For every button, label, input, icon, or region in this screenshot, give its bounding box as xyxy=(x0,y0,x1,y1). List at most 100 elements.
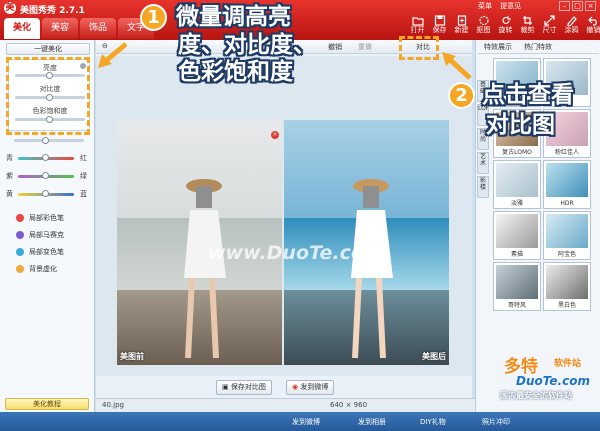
feedback-link[interactable]: 提意见 xyxy=(500,2,521,10)
compare-actions: ▣ 保存对比图 ◉ 发到微博 xyxy=(96,376,472,398)
after-figure xyxy=(351,179,393,359)
tab-decorations[interactable]: 饰品 xyxy=(80,18,116,39)
close-icon[interactable]: × xyxy=(585,1,596,11)
new-label: 新建 xyxy=(454,26,469,34)
app-title: 美图秀秀 2.7.1 xyxy=(20,6,85,16)
bottom-diy-gift-link[interactable]: DIY礼物 xyxy=(420,417,446,427)
effect-abao-color-image xyxy=(546,214,588,248)
save-label: 保存 xyxy=(432,26,447,34)
effect-gothic[interactable]: 哥特风 xyxy=(493,262,541,311)
new-button[interactable]: 新建 xyxy=(451,14,472,39)
resize-icon xyxy=(543,15,555,26)
blur-icon xyxy=(16,265,24,273)
menu-link[interactable]: 菜单 xyxy=(478,2,492,10)
resize-label: 尺寸 xyxy=(542,26,557,34)
watermark: www.DuoTe.com xyxy=(208,242,384,264)
save-compare-button[interactable]: ▣ 保存对比图 xyxy=(216,380,272,395)
effect-black-white[interactable]: 黑白色 xyxy=(543,262,591,311)
sharpen-slider[interactable] xyxy=(14,139,84,142)
tab-beautify[interactable]: 美化 xyxy=(4,18,40,39)
main-tabs: 美化 美容 饰品 文字 xyxy=(4,18,156,39)
bottom-album-link[interactable]: 发到相册 xyxy=(358,417,386,427)
app-logo-icon: 美 xyxy=(4,2,16,14)
effect-retro-lomo-label: 复古LOMO xyxy=(502,149,532,156)
editor-redo-button[interactable]: 重做 xyxy=(358,42,372,52)
cyan-red-knob[interactable] xyxy=(42,154,49,161)
compare-highlight-box xyxy=(399,36,439,60)
app-window: 美 美图秀秀 2.7.1 菜单 提意见 – □ × 美化 美容 饰品 文字 打开… xyxy=(0,0,600,431)
tab-beauty[interactable]: 美容 xyxy=(42,18,78,39)
green-label: 绿 xyxy=(80,172,87,180)
effect-abao-color-label: 阿宝色 xyxy=(557,251,576,258)
rotate-button[interactable]: 旋转 xyxy=(495,14,516,39)
save-icon xyxy=(434,15,445,26)
purple-label: 紫 xyxy=(6,172,13,180)
bottom-share-bar: 发到微博 发到相册 DIY礼物 照片冲印 xyxy=(0,412,600,431)
bottom-photo-print-link[interactable]: 照片冲印 xyxy=(482,417,510,427)
resize-button[interactable]: 尺寸 xyxy=(539,14,560,39)
doodle-label: 涂鸦 xyxy=(564,26,579,34)
effect-sketch[interactable]: 素描 xyxy=(493,211,541,260)
cutout-icon xyxy=(478,15,489,26)
sharpen-knob[interactable] xyxy=(41,137,49,144)
vtab-studio[interactable]: 影楼 xyxy=(477,176,489,198)
rotate-label: 旋转 xyxy=(498,26,513,34)
top-links: 菜单 提意见 xyxy=(478,1,527,11)
tab-hot-effects[interactable]: 热门特效 xyxy=(524,42,552,52)
vtab-art[interactable]: 艺术 xyxy=(477,152,489,174)
local-color-pen-label: 局部彩色笔 xyxy=(29,214,64,222)
doodle-icon xyxy=(566,16,577,26)
undo-icon xyxy=(587,16,597,26)
color-pen-icon xyxy=(16,214,24,222)
effect-elegant[interactable]: 淡雅 xyxy=(493,160,541,209)
open-label: 打开 xyxy=(410,26,425,34)
effect-gothic-label: 哥特风 xyxy=(507,302,526,309)
effect-elegant-label: 淡雅 xyxy=(510,200,523,207)
effect-hdr[interactable]: HDR xyxy=(543,160,591,209)
step-2-line-2: 对比图 xyxy=(486,112,555,138)
arrow-1-icon xyxy=(98,42,128,68)
local-mosaic-label: 局部马赛克 xyxy=(29,231,64,239)
yellow-blue-knob[interactable] xyxy=(42,190,49,197)
rotate-icon xyxy=(501,16,511,24)
yellow-blue-row: 黄 蓝 xyxy=(6,189,92,199)
local-recolor-pen-label: 局部变色笔 xyxy=(29,248,64,256)
effects-tabs: 特效展示 热门特效 xyxy=(478,40,599,54)
maximize-icon[interactable]: □ xyxy=(572,1,583,11)
background-blur-label: 背景虚化 xyxy=(29,265,57,273)
purple-green-knob[interactable] xyxy=(42,172,49,179)
editor-undo-button[interactable]: 撤销 xyxy=(328,42,342,52)
before-figure xyxy=(184,179,226,359)
cutout-label: 抠图 xyxy=(476,26,491,34)
step-1-badge: 1 xyxy=(140,4,167,31)
doodle-button[interactable]: 涂鸦 xyxy=(561,14,582,39)
effect-elegant-image xyxy=(496,163,538,197)
window-controls: – □ × xyxy=(557,1,596,11)
after-label: 美图后 xyxy=(422,352,446,361)
close-compare-icon[interactable]: × xyxy=(271,131,279,139)
arrow-2-icon xyxy=(442,52,472,80)
bottom-weibo-link[interactable]: 发到微博 xyxy=(292,417,320,427)
step-1-line-2: 度、对比度、 xyxy=(178,32,316,58)
red-label: 红 xyxy=(80,154,87,162)
undo-label: 撤销 xyxy=(586,26,600,34)
step-2-line-1: 点击查看 xyxy=(482,82,574,108)
blue-label: 蓝 xyxy=(80,190,87,198)
minimize-icon[interactable]: – xyxy=(559,1,570,11)
recolor-pen-icon xyxy=(16,248,24,256)
undo-button[interactable]: 撤销 xyxy=(583,14,600,39)
tab-effects-show[interactable]: 特效展示 xyxy=(484,42,512,52)
crop-button[interactable]: 裁剪 xyxy=(517,14,538,39)
brand-line-3: DuoTe.com xyxy=(516,374,590,388)
beautify-tutorial-button[interactable]: 美化教程 xyxy=(5,398,89,410)
send-weibo-label: 发到微博 xyxy=(300,383,329,391)
effect-gothic-image xyxy=(496,265,538,299)
filename: 40.jpg xyxy=(102,401,124,409)
send-weibo-button[interactable]: ◉ 发到微博 xyxy=(286,380,335,395)
cutout-button[interactable]: 抠图 xyxy=(473,14,494,39)
brand-line-2: 软件站 xyxy=(554,359,582,369)
one-key-beautify-button[interactable]: 一键美化 xyxy=(6,43,90,55)
effect-abao-color[interactable]: 阿宝色 xyxy=(543,211,591,260)
image-dimensions: 640 × 960 xyxy=(330,401,368,409)
mosaic-icon xyxy=(16,231,24,239)
